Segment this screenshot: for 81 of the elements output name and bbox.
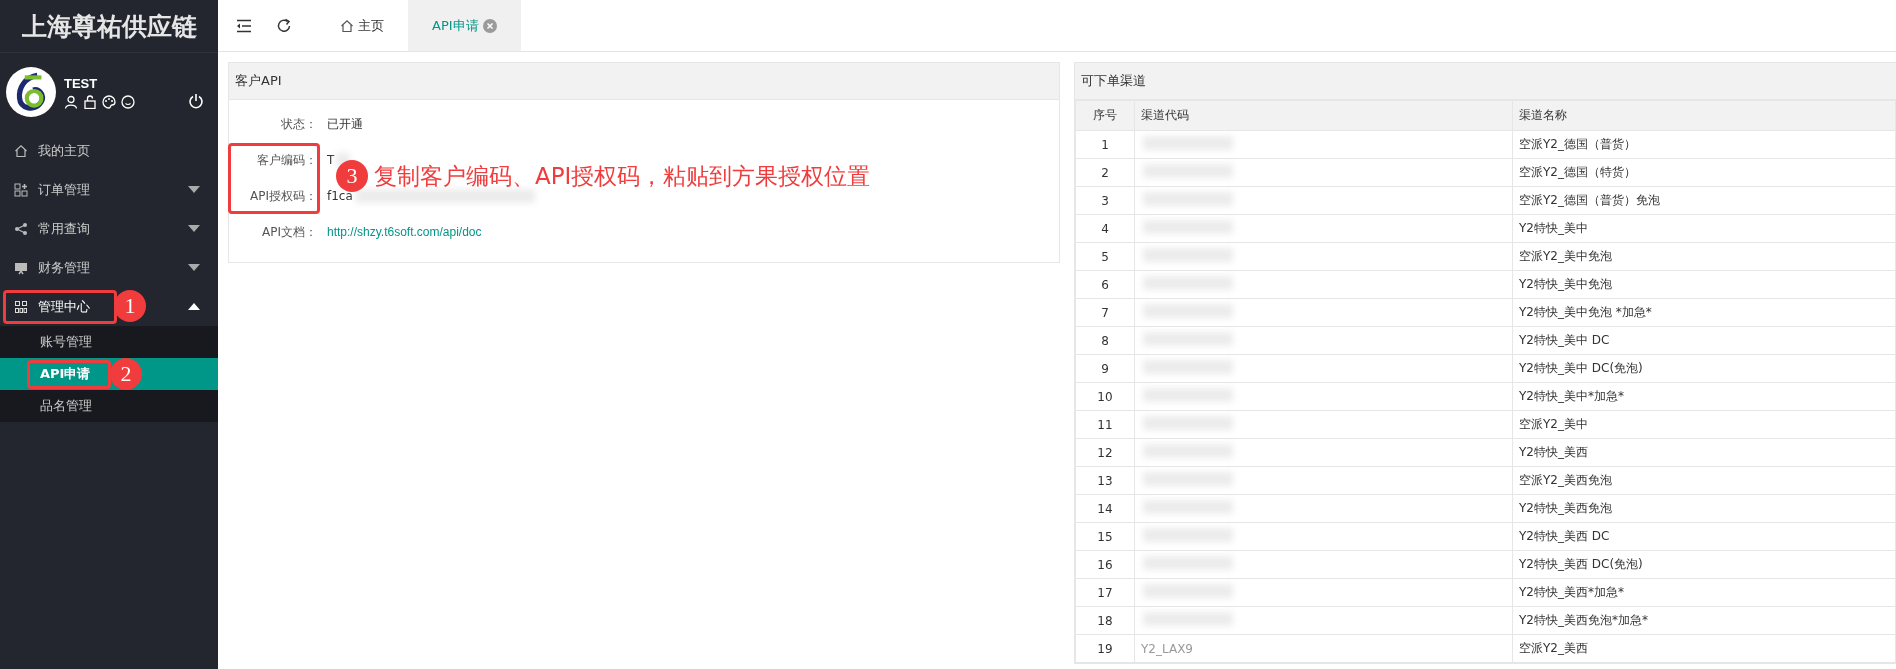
table-cell: Y2特快_美中免泡 *加急*: [1512, 298, 1896, 327]
table-cell: 1: [1075, 130, 1135, 159]
menu-item[interactable]: 管理中心: [38, 297, 90, 316]
table-cell: 18: [1075, 606, 1135, 635]
table-cell: 2: [1075, 158, 1135, 187]
table-cell: 19: [1075, 634, 1135, 663]
table-cell: 空派Y2_美中: [1512, 410, 1896, 439]
panel-title: 客户API: [229, 63, 1059, 100]
column-header: 序号: [1075, 100, 1135, 131]
table-cell: Y2特快_美中免泡: [1512, 270, 1896, 299]
table-cell: 10: [1075, 382, 1135, 411]
table-cell: 11: [1075, 410, 1135, 439]
caret-icon[interactable]: [188, 186, 200, 193]
table-cell: 5: [1075, 242, 1135, 271]
logo-avatar-icon: [6, 67, 56, 117]
table-cell: 空派Y2_美中免泡: [1512, 242, 1896, 271]
table-cell: Y2特快_美中: [1512, 214, 1896, 243]
home-icon: [340, 18, 354, 33]
table-cell: 14: [1075, 494, 1135, 523]
table-cell: 7: [1075, 298, 1135, 327]
table-cell: 8: [1075, 326, 1135, 355]
refresh-icon[interactable]: [276, 17, 292, 34]
caret-icon[interactable]: [188, 225, 200, 232]
table-cell: 6: [1075, 270, 1135, 299]
submenu-item[interactable]: 品名管理: [0, 390, 218, 422]
lock-icon[interactable]: [83, 94, 97, 109]
smiley-icon[interactable]: [121, 94, 135, 109]
table-cell: 4: [1075, 214, 1135, 243]
user-icon[interactable]: [64, 94, 78, 109]
submenu-item[interactable]: 账号管理: [0, 326, 218, 358]
table-cell: Y2特快_美西 DC(免泡): [1512, 550, 1896, 579]
table-cell: 空派Y2_德国（普货）: [1512, 130, 1896, 159]
field-value: 已开通: [327, 115, 363, 133]
table-cell: Y2特快_美西*加急*: [1512, 578, 1896, 607]
menu-item[interactable]: 常用查询: [38, 219, 90, 238]
power-icon[interactable]: [188, 93, 204, 109]
user-name: TEST: [64, 75, 99, 91]
caret-icon[interactable]: [188, 264, 200, 271]
column-header: 渠道代码: [1134, 100, 1513, 131]
table-cell: 3: [1075, 186, 1135, 215]
grid-icon: [14, 182, 28, 197]
table-cell: 空派Y2_美西免泡: [1512, 466, 1896, 495]
table-cell: 15: [1075, 522, 1135, 551]
menu-item[interactable]: 财务管理: [38, 258, 90, 277]
table-cell: 13: [1075, 466, 1135, 495]
menu-item[interactable]: 订单管理: [38, 180, 90, 199]
table-cell: Y2特快_美西免泡*加急*: [1512, 606, 1896, 635]
palette-icon[interactable]: [102, 94, 116, 109]
home-icon: [14, 143, 28, 158]
field-label: 客户编码：: [256, 151, 318, 169]
menu-item[interactable]: 我的主页: [38, 141, 90, 160]
table-cell: 16: [1075, 550, 1135, 579]
table-cell: Y2特快_美西: [1512, 438, 1896, 467]
table-cell: 空派Y2_德国（普货）免泡: [1512, 186, 1896, 215]
field-label: 状态：: [280, 115, 318, 133]
column-header: 渠道名称: [1512, 100, 1896, 131]
table-cell: 17: [1075, 578, 1135, 607]
table-cell: Y2特快_美中 DC(免泡): [1512, 354, 1896, 383]
doc-link[interactable]: http://shzy.t6soft.com/api/doc: [327, 225, 482, 239]
field-value: T: [327, 153, 335, 167]
close-icon[interactable]: [482, 18, 497, 33]
field-label: API文档：: [261, 223, 318, 241]
menu-icon[interactable]: [236, 18, 252, 33]
table-cell: 空派Y2_美西: [1512, 634, 1896, 663]
table-cell: 9: [1075, 354, 1135, 383]
tab[interactable]: 主页: [316, 0, 408, 51]
grid-icon: [14, 299, 28, 314]
table-cell: Y2特快_美西免泡: [1512, 494, 1896, 523]
table-cell: Y2特快_美西 DC: [1512, 522, 1896, 551]
caret-icon[interactable]: [188, 303, 200, 310]
table-cell: Y2特快_美中*加急*: [1512, 382, 1896, 411]
field-value: f1ca: [327, 189, 353, 203]
share-icon: [14, 221, 28, 236]
monitor-icon: [14, 260, 28, 275]
table-cell: Y2_LAX9: [1141, 641, 1193, 656]
table-cell: 空派Y2_德国（特货）: [1512, 158, 1896, 187]
panel-title: 可下单渠道: [1075, 63, 1896, 100]
table-cell: Y2特快_美中 DC: [1512, 326, 1896, 355]
field-label: API授权码：: [249, 187, 318, 205]
annotation-text: 复制客户编码、API授权码，粘贴到方果授权位置: [374, 162, 871, 191]
table-cell: 12: [1075, 438, 1135, 467]
